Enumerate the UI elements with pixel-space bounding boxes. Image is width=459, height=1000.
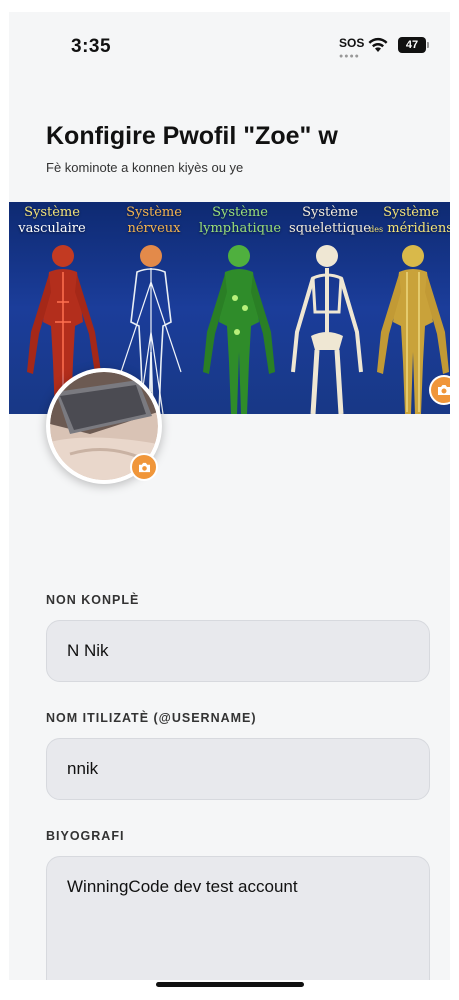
sos-indicator: SOS xyxy=(339,36,365,50)
battery-cap xyxy=(427,42,429,48)
status-time: 3:35 xyxy=(71,36,112,57)
username-input[interactable]: nnik xyxy=(46,738,430,800)
banner-label-lymphatique: Système lymphatique xyxy=(198,205,282,236)
camera-icon xyxy=(138,462,150,472)
page-subtitle: Fè kominote a konnen kiyès ou ye xyxy=(46,160,244,175)
username-label: NOM ITILIZATÈ (@USERNAME) xyxy=(46,711,257,725)
page-title: Konfigire Pwofil "Zoe" w xyxy=(46,122,338,150)
bio-textarea[interactable]: WinningCode dev test account xyxy=(46,856,430,980)
banner-label-squelettique: Système squelettique xyxy=(289,205,371,236)
username-value: nnik xyxy=(67,759,99,778)
camera-icon xyxy=(438,385,450,395)
wifi-icon xyxy=(368,37,388,52)
full-name-value: N Nik xyxy=(67,641,109,660)
lymphatic-figure xyxy=(203,245,275,414)
banner-labels: Système vasculaire Système nérveux Systè… xyxy=(9,205,450,241)
avatar-camera-button[interactable] xyxy=(130,453,158,481)
full-name-input[interactable]: N Nik xyxy=(46,620,430,682)
banner-label-nerveux: Système nérveux xyxy=(126,205,182,236)
full-name-label: NON KONPLÈ xyxy=(46,593,140,607)
banner-label-meridiens: Système des méridiens xyxy=(369,205,450,236)
skeletal-figure xyxy=(291,245,363,414)
battery-indicator: 47 xyxy=(398,37,426,53)
home-indicator xyxy=(156,982,304,987)
bio-label: BIYOGRAFI xyxy=(46,829,125,843)
signal-dots-icon: ●●●● xyxy=(339,53,360,60)
bio-value: WinningCode dev test account xyxy=(67,877,298,896)
banner-label-vasculaire: Système vasculaire xyxy=(18,205,86,236)
profile-setup-screen: 3:35 SOS ●●●● 47 Konfigire Pwofil "Zoe" … xyxy=(9,12,450,980)
status-bar: 3:35 SOS ●●●● 47 xyxy=(9,12,450,72)
